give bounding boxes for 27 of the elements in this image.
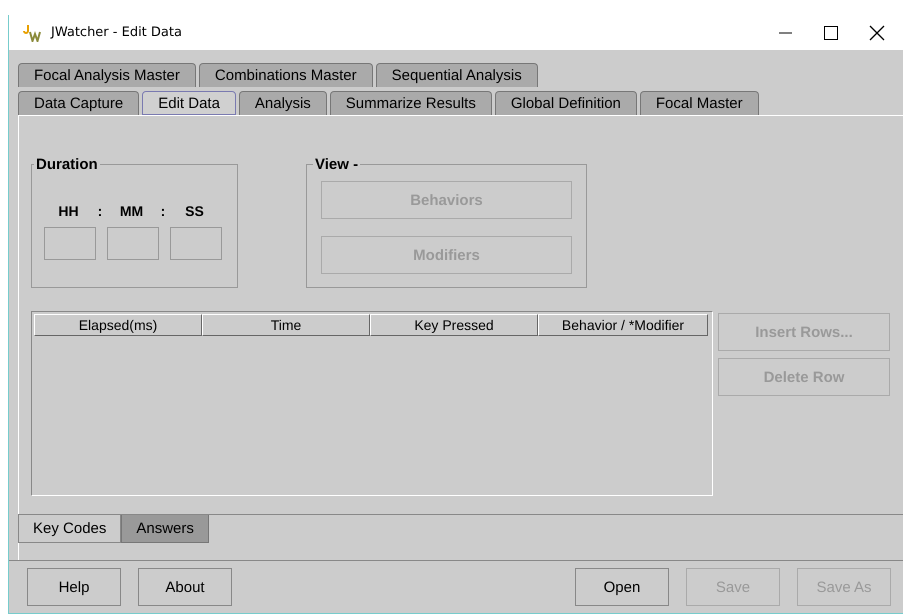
time-separator: :: [160, 203, 166, 219]
group-title: Duration: [35, 156, 99, 173]
tab[interactable]: Focal Master: [640, 91, 759, 115]
tab[interactable]: Answers: [121, 515, 209, 543]
column-header[interactable]: Time: [202, 314, 370, 336]
button[interactable]: Open: [575, 568, 669, 606]
app-logo-icon: [23, 24, 43, 42]
field-label: SS: [184, 203, 205, 219]
field-label: HH: [57, 203, 80, 219]
window-title: JWatcher - Edit Data: [51, 25, 183, 40]
column-header[interactable]: Key Pressed: [370, 314, 538, 336]
tab[interactable]: Summarize Results: [330, 91, 492, 115]
button[interactable]: Help: [27, 568, 121, 606]
button[interactable]: About: [138, 568, 232, 606]
tab[interactable]: Analysis: [238, 91, 327, 115]
tab[interactable]: Combinations Master: [198, 63, 373, 87]
field-label: MM: [118, 203, 144, 219]
group-title: View -: [314, 156, 360, 173]
tab[interactable]: Key Codes: [18, 515, 122, 543]
tab[interactable]: Global Definition: [494, 91, 637, 115]
time-separator: :: [96, 203, 104, 219]
column-header[interactable]: Behavior / *Modifier: [538, 314, 708, 336]
tab[interactable]: Edit Data: [142, 91, 236, 115]
tab[interactable]: Data Capture: [18, 91, 140, 115]
column-header[interactable]: Elapsed(ms): [34, 314, 202, 336]
tab[interactable]: Focal Analysis Master: [18, 63, 196, 87]
tab[interactable]: Sequential Analysis: [376, 63, 538, 87]
